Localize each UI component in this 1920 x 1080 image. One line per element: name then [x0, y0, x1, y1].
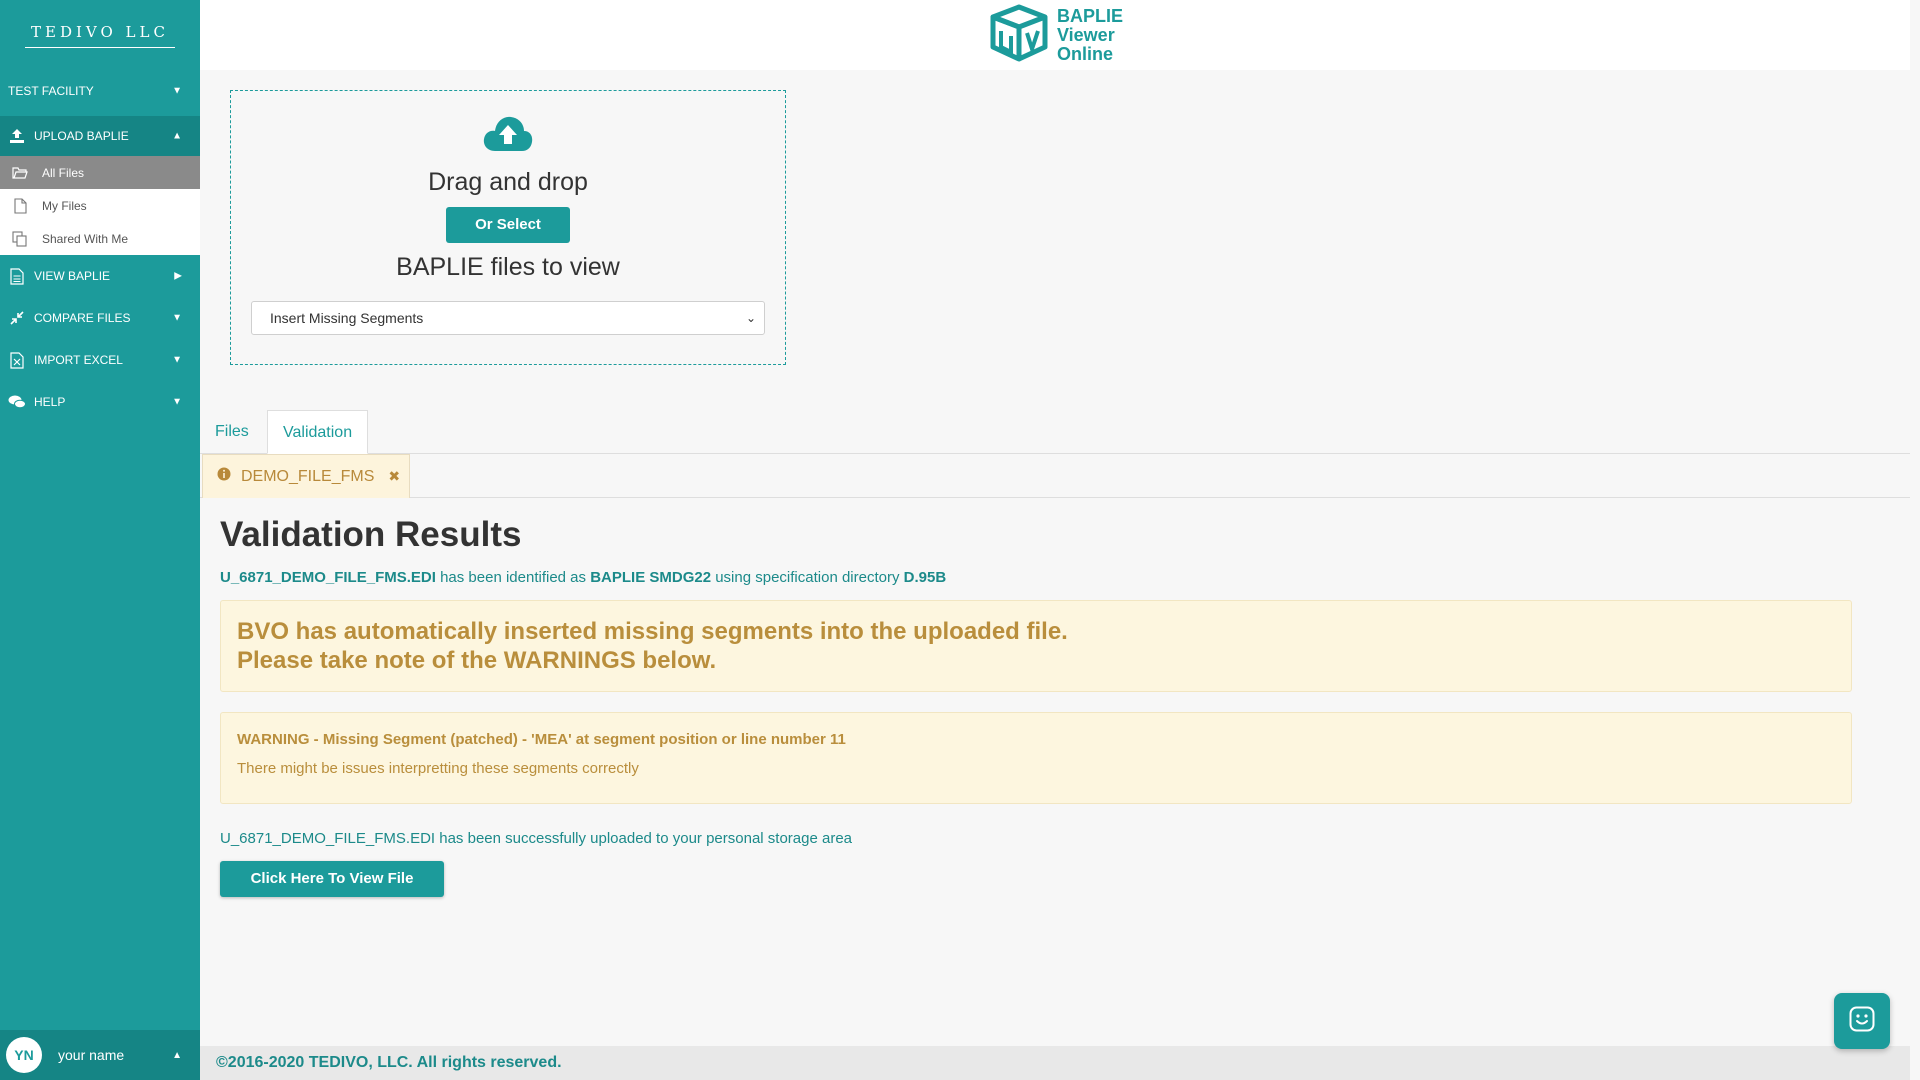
- warning-text: There might be issues interpretting thes…: [237, 760, 639, 777]
- dropzone-subtitle: BAPLIE files to view: [396, 253, 620, 281]
- chevron-down-icon: ⌄: [745, 311, 756, 325]
- document-icon: [8, 267, 26, 285]
- dropzone-title: Drag and drop: [428, 168, 588, 196]
- nav-compare-label: COMPARE FILES: [34, 311, 131, 325]
- file-tab-demo[interactable]: DEMO_FILE_FMS ✖: [202, 454, 410, 498]
- close-icon[interactable]: ✖: [388, 468, 400, 485]
- caret-right-icon: ▶: [174, 270, 182, 282]
- user-name: your name: [58, 1047, 125, 1063]
- file-tabs: DEMO_FILE_FMS ✖: [200, 454, 1910, 498]
- subnav-shared-with-me[interactable]: Shared With Me: [0, 222, 200, 255]
- nav-view-baplie[interactable]: VIEW BAPLIE ▶: [0, 255, 200, 297]
- file-dropzone[interactable]: Drag and drop Or Select BAPLIE files to …: [230, 90, 786, 365]
- nav-compare-files[interactable]: COMPARE FILES ▼: [0, 297, 200, 339]
- file-tab-label: DEMO_FILE_FMS: [241, 467, 375, 485]
- ident-text: using specification directory: [711, 569, 904, 586]
- nav-import-excel[interactable]: IMPORT EXCEL ▼: [0, 339, 200, 381]
- upload-mode-value: Insert Missing Segments: [270, 310, 424, 326]
- ident-type: BAPLIE SMDG22: [590, 569, 712, 586]
- tab-files[interactable]: Files: [200, 410, 264, 454]
- upload-success-message: U_6871_DEMO_FILE_FMS.EDI has been succes…: [220, 830, 853, 847]
- cloud-upload-icon: [231, 113, 785, 158]
- brand: TEDIVO LLC: [0, 0, 200, 68]
- warning-title: WARNING - Missing Segment (patched) - 'M…: [237, 731, 846, 748]
- shared-files-icon: [12, 230, 28, 247]
- logo-line: Online: [1056, 43, 1113, 64]
- logo-line: Viewer: [1056, 24, 1115, 45]
- brand-name: TEDIVO LLC: [25, 20, 175, 48]
- caret-down-icon: ▼: [172, 396, 182, 408]
- logo-text: BAPLIE Viewer Online: [1056, 5, 1123, 64]
- facility-label: TEST FACILITY: [8, 84, 94, 98]
- nav-view-label: VIEW BAPLIE: [34, 269, 111, 283]
- file-icon: [12, 197, 28, 214]
- copyright: ©2016-2020 TEDIVO, LLC. All rights reser…: [216, 1054, 562, 1071]
- validation-results: Validation Results U_6871_DEMO_FILE_FMS.…: [220, 515, 1852, 897]
- facility-selector[interactable]: TEST FACILITY ▼: [0, 76, 200, 106]
- nav-import-label: IMPORT EXCEL: [34, 353, 123, 367]
- folder-open-icon: [12, 165, 28, 181]
- nav-upload-label: UPLOAD BAPLIE: [34, 129, 129, 143]
- info-circle-icon: [217, 467, 231, 486]
- avatar: YN: [6, 1037, 42, 1073]
- auto-insert-alert: BVO has automatically inserted missing s…: [220, 600, 1852, 692]
- tab-validation[interactable]: Validation: [267, 410, 369, 454]
- sidebar: TEDIVO LLC TEST FACILITY ▼ UPLOAD BAPLIE…: [0, 0, 200, 1080]
- view-file-button[interactable]: Click Here To View File: [220, 861, 444, 897]
- ident-filename: U_6871_DEMO_FILE_FMS.EDI: [220, 569, 436, 586]
- container-box-icon: [987, 3, 1051, 68]
- upload-submenu: All Files My Files Shared With Me: [0, 156, 200, 255]
- alert-line: Please take note of the WARNINGS below.: [237, 647, 717, 674]
- upload-icon: [8, 127, 26, 145]
- subnav-shared-label: Shared With Me: [42, 231, 129, 246]
- caret-up-icon: ▲: [172, 130, 182, 142]
- subnav-all-files[interactable]: All Files: [0, 156, 200, 189]
- nav-help[interactable]: HELP ▼: [0, 381, 200, 423]
- caret-down-icon: ▼: [172, 354, 182, 366]
- warning-alert: WARNING - Missing Segment (patched) - 'M…: [220, 712, 1852, 804]
- footer: ©2016-2020 TEDIVO, LLC. All rights reser…: [200, 1046, 1910, 1080]
- nav-help-label: HELP: [34, 395, 66, 409]
- chat-widget-button[interactable]: [1834, 993, 1890, 1049]
- subnav-my-files-label: My Files: [42, 198, 87, 213]
- select-file-button[interactable]: Or Select: [446, 207, 570, 243]
- nav-upload-baplie[interactable]: UPLOAD BAPLIE ▲: [0, 116, 200, 156]
- page-title: Validation Results: [220, 515, 522, 554]
- ident-text: has been identified as: [435, 569, 591, 586]
- header: BAPLIE Viewer Online: [200, 0, 1910, 70]
- alert-line: BVO has automatically inserted missing s…: [237, 618, 1068, 645]
- caret-down-icon: ▼: [172, 312, 182, 324]
- compress-icon: [8, 309, 26, 327]
- subnav-all-files-label: All Files: [42, 165, 85, 180]
- identification-message: U_6871_DEMO_FILE_FMS.EDI has been identi…: [220, 569, 1852, 586]
- smile-chat-icon: [1849, 1006, 1875, 1037]
- user-menu[interactable]: YN your name ▲: [0, 1030, 200, 1080]
- upload-mode-select[interactable]: Insert Missing Segments ⌄: [251, 301, 765, 335]
- caret-down-icon: ▼: [172, 85, 182, 97]
- subnav-my-files[interactable]: My Files: [0, 189, 200, 222]
- comments-icon: [8, 393, 26, 411]
- nav-group: VIEW BAPLIE ▶ COMPARE FILES ▼ IMPORT EXC…: [0, 255, 200, 423]
- caret-up-icon: ▲: [172, 1049, 182, 1061]
- app-logo[interactable]: BAPLIE Viewer Online: [987, 3, 1123, 68]
- main-tabs: Files Validation: [200, 410, 1910, 454]
- ident-directory: D.95B: [903, 569, 947, 586]
- excel-file-icon: [8, 351, 26, 369]
- logo-line: BAPLIE: [1056, 5, 1123, 26]
